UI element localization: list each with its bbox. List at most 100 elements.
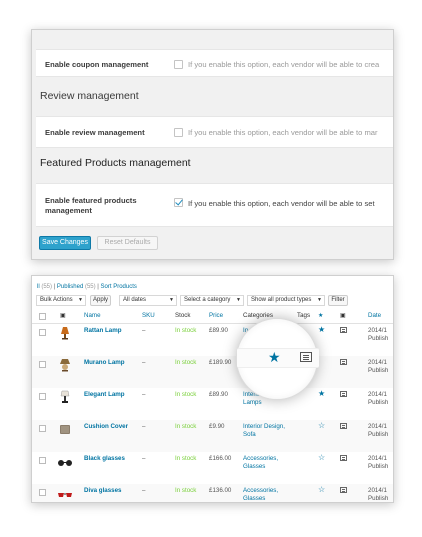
price-value: £136.00: [209, 487, 232, 494]
table-row: Elegant Lamp – In stock £89.90 Interior …: [32, 388, 393, 420]
date-filter-select[interactable]: All dates ▼: [119, 295, 177, 306]
row-checkbox[interactable]: [39, 329, 46, 336]
stock-status: In stock: [175, 423, 197, 430]
bulk-actions-value: Bulk Actions: [40, 297, 73, 303]
stock-status: In stock: [175, 391, 197, 398]
filter-all-count: (55): [41, 284, 53, 290]
table-row: Cushion Cover – In stock £9.90 Interior …: [32, 420, 393, 452]
separator: |: [53, 284, 56, 290]
magnified-featured-star-icon[interactable]: ★: [268, 348, 281, 366]
product-name-link[interactable]: Rattan Lamp: [84, 327, 121, 335]
date-status: Publish: [368, 463, 389, 470]
product-type-icon: [340, 423, 347, 429]
save-changes-button[interactable]: Save Changes: [39, 236, 91, 250]
product-name-link[interactable]: Diva glasses: [84, 487, 122, 495]
date-value: 2014/1: [368, 327, 387, 334]
row-checkbox[interactable]: [39, 489, 46, 496]
product-type-icon: [340, 359, 347, 365]
featured-star-outline-icon[interactable]: ☆: [318, 486, 325, 494]
featured-star-outline-icon[interactable]: ☆: [318, 422, 325, 430]
category-links[interactable]: Accessories,: [243, 487, 278, 495]
stock-status: In stock: [175, 327, 197, 334]
review-setting-label: Enable review management: [45, 128, 145, 137]
column-date[interactable]: Date: [368, 312, 381, 319]
date-status: Publish: [368, 495, 389, 502]
elegant-lamp-thumbnail: [59, 390, 71, 404]
column-name[interactable]: Name: [84, 312, 101, 319]
filter-published-link[interactable]: Published: [57, 284, 83, 290]
sku-value: –: [142, 455, 146, 462]
cart-icon: ▣: [340, 313, 346, 319]
reset-defaults-button[interactable]: Reset Defaults: [97, 236, 158, 250]
product-name-link[interactable]: Elegant Lamp: [84, 391, 125, 399]
apply-button[interactable]: Apply: [90, 295, 111, 306]
product-type-icon: [340, 327, 347, 333]
filter-button[interactable]: Filter: [328, 295, 348, 306]
category-links[interactable]: Sofa: [243, 431, 256, 439]
stock-status: In stock: [175, 487, 197, 494]
cushion-cover-thumbnail: [59, 422, 71, 436]
featured-star-icon[interactable]: ★: [318, 326, 325, 334]
row-checkbox[interactable]: [39, 361, 46, 368]
murano-lamp-thumbnail: [59, 358, 71, 372]
featured-setting-label-line1: Enable featured products: [45, 196, 137, 205]
rattan-lamp-thumbnail: [59, 326, 71, 340]
row-checkbox[interactable]: [39, 425, 46, 432]
diva-glasses-thumbnail: [57, 487, 73, 501]
chevron-down-icon: ▼: [169, 297, 174, 303]
bulk-actions-select[interactable]: Bulk Actions ▼: [36, 295, 86, 306]
stock-status: In stock: [175, 455, 197, 462]
sku-value: –: [142, 359, 146, 366]
image-column-icon: ▣: [60, 312, 66, 319]
featured-setting-description: If you enable this option, each vendor w…: [188, 199, 375, 208]
table-row: Black glasses – In stock £166.00 Accesso…: [32, 452, 393, 484]
category-links[interactable]: Glasses: [243, 463, 265, 471]
featured-star-outline-icon[interactable]: ☆: [318, 454, 325, 462]
filter-all-link[interactable]: ll: [37, 284, 40, 290]
price-value: £89.90: [209, 391, 228, 398]
product-name-link[interactable]: Cushion Cover: [84, 423, 128, 431]
category-links[interactable]: Lamps: [243, 399, 262, 407]
column-price[interactable]: Price: [209, 312, 223, 319]
settings-panel: Enable coupon management If you enable t…: [31, 29, 394, 260]
sort-products-link[interactable]: Sort Products: [101, 284, 137, 290]
row-checkbox[interactable]: [39, 393, 46, 400]
product-type-value: Show all product types: [251, 297, 312, 303]
featured-star-icon[interactable]: ★: [318, 390, 325, 398]
product-name-link[interactable]: Black glasses: [84, 455, 125, 463]
coupon-setting-description: If you enable this option, each vendor w…: [188, 60, 380, 69]
review-checkbox[interactable]: [174, 128, 183, 137]
filter-published-count: (55): [84, 284, 96, 290]
date-value: 2014/1: [368, 391, 387, 398]
product-name-link[interactable]: Murano Lamp: [84, 359, 125, 367]
category-filter-select[interactable]: Select a category ▼: [180, 295, 244, 306]
column-sku[interactable]: SKU: [142, 312, 155, 319]
date-value: 2014/1: [368, 455, 387, 462]
review-setting-description: If you enable this option, each vendor w…: [188, 128, 378, 137]
table-row: Rattan Lamp – In stock £89.90 In ★ 2014/…: [32, 324, 393, 356]
coupon-checkbox[interactable]: [174, 60, 183, 69]
category-links[interactable]: Glasses: [243, 495, 265, 502]
coupon-setting-row: Enable coupon management If you enable t…: [36, 49, 393, 77]
magnified-product-type-icon: [300, 352, 312, 362]
row-checkbox[interactable]: [39, 457, 46, 464]
date-filter-value: All dates: [123, 297, 147, 303]
table-header: ▣ Name SKU Stock Price Categories Tags ★…: [32, 309, 393, 324]
status-filter-links: ll (55) | Published (55) | Sort Products: [37, 284, 137, 290]
review-setting-row: Enable review management If you enable t…: [36, 116, 393, 148]
featured-column-star-icon[interactable]: ★: [318, 312, 324, 319]
product-type-select[interactable]: Show all product types ▼: [247, 295, 325, 306]
category-links[interactable]: Accessories,: [243, 455, 278, 463]
column-stock: Stock: [175, 312, 191, 319]
table-row: Diva glasses – In stock £136.00 Accessor…: [32, 484, 393, 502]
table-row: Murano Lamp – In stock £189.90 2014/1 Pu…: [32, 356, 393, 388]
select-all-checkbox[interactable]: [39, 313, 46, 320]
sku-value: –: [142, 423, 146, 430]
featured-checkbox[interactable]: [174, 198, 183, 207]
featured-section-heading: Featured Products management: [40, 157, 191, 169]
featured-setting-label-line2: management: [45, 206, 92, 215]
price-value: £89.90: [209, 327, 228, 334]
column-tags: Tags: [297, 312, 311, 319]
category-links[interactable]: Interior Design,: [243, 423, 285, 431]
products-panel: ll (55) | Published (55) | Sort Products…: [31, 275, 394, 503]
